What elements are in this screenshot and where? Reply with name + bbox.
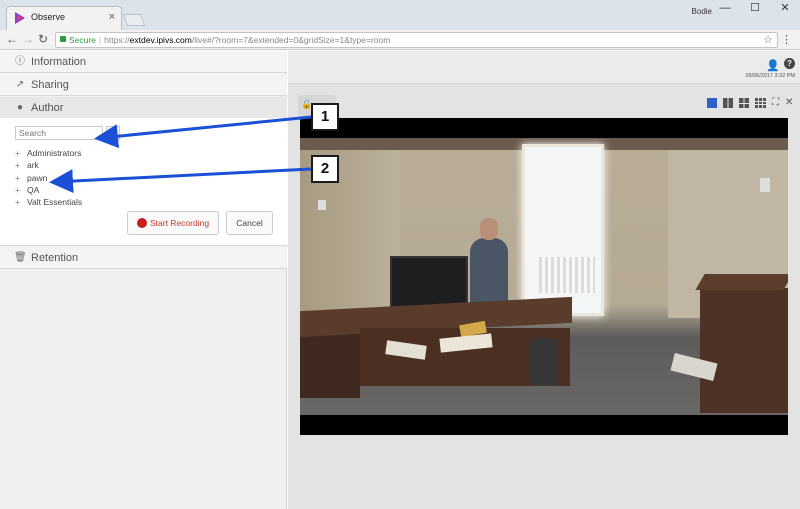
start-recording-label: Start Recording bbox=[150, 218, 210, 228]
url-path: /live#/?room=7&extended=0&gridSize=1&typ… bbox=[191, 35, 391, 45]
maximize-button[interactable]: ☐ bbox=[740, 2, 770, 16]
group-label: Administrators bbox=[27, 148, 82, 158]
url-host: extdev.ipivs.com bbox=[129, 35, 192, 45]
browser-tab[interactable]: Observe × bbox=[6, 6, 122, 30]
browser-menu-icon[interactable]: ⋮ bbox=[781, 33, 792, 46]
layout-two-icon[interactable] bbox=[723, 98, 733, 108]
expand-plus-icon[interactable]: + bbox=[15, 196, 27, 208]
current-datetime: 09/06/2017 3:32 PM bbox=[745, 73, 795, 79]
new-tab-button[interactable] bbox=[122, 14, 146, 26]
author-panel: + +Administrators +ark +pawn +QA +Valt E… bbox=[0, 118, 287, 246]
camera-image bbox=[300, 138, 788, 415]
record-dot-icon bbox=[137, 218, 147, 228]
camera-feed[interactable] bbox=[300, 118, 788, 435]
group-label: QA bbox=[27, 184, 40, 195]
layout-nine-icon[interactable] bbox=[755, 98, 767, 108]
fullscreen-icon[interactable]: ⛶ bbox=[772, 98, 782, 108]
list-item[interactable]: + pawn bbox=[15, 172, 82, 184]
callout-2: 2 bbox=[311, 155, 339, 183]
viewer-topbar: 👤 ? 09/06/2017 3:32 PM bbox=[288, 51, 800, 84]
section-retention-label: Retention bbox=[31, 252, 79, 264]
group-label: pawn bbox=[27, 172, 48, 183]
browser-tabbar: Observe × Bodie — ☐ ✕ bbox=[0, 0, 800, 30]
url-scheme: https:// bbox=[104, 35, 130, 45]
search-add-button[interactable]: + bbox=[106, 126, 120, 140]
sidebar: ⓘ Information ↗ Sharing ● Author + +Admi… bbox=[0, 51, 287, 509]
video-viewer: 👤 ? 09/06/2017 3:32 PM 🔒 ⛶ ✕ bbox=[288, 51, 800, 509]
account-icon[interactable]: 👤 bbox=[766, 59, 780, 72]
secure-lock-icon bbox=[60, 36, 66, 42]
layout-four-icon[interactable] bbox=[739, 98, 749, 108]
group-label: ark bbox=[27, 160, 39, 171]
section-sharing[interactable]: ↗ Sharing bbox=[0, 74, 287, 96]
address-bar: ← → ↻ Secure | https://extdev.ipivs.com/li… bbox=[0, 30, 800, 50]
section-author-label: Author bbox=[31, 102, 64, 114]
close-view-icon[interactable]: ✕ bbox=[785, 98, 795, 108]
group-label: Valt Essentials bbox=[27, 197, 83, 208]
observe-logo-icon bbox=[15, 12, 25, 24]
expand-plus-icon[interactable]: + bbox=[15, 159, 27, 171]
section-retention[interactable]: 🗑 Retention bbox=[0, 247, 287, 269]
tab-close-icon[interactable]: × bbox=[109, 11, 115, 23]
url-input[interactable]: Secure | https://extdev.ipivs.com/live#/?r… bbox=[55, 32, 778, 48]
section-information[interactable]: ⓘ Information bbox=[0, 51, 287, 73]
trash-icon: 🗑 bbox=[14, 252, 27, 263]
section-sharing-label: Sharing bbox=[31, 79, 69, 91]
help-icon[interactable]: ? bbox=[784, 58, 795, 69]
share-icon: ↗ bbox=[15, 79, 25, 90]
expand-plus-icon[interactable]: + bbox=[15, 184, 27, 196]
cancel-button[interactable]: Cancel bbox=[226, 211, 273, 235]
list-item[interactable]: + QA bbox=[15, 184, 82, 196]
start-recording-button[interactable]: Start Recording bbox=[127, 211, 219, 235]
user-icon: ● bbox=[16, 102, 24, 113]
layout-single-icon[interactable] bbox=[707, 98, 717, 108]
window-close-button[interactable]: ✕ bbox=[770, 2, 800, 16]
bookmark-star-icon[interactable]: ☆ bbox=[763, 33, 773, 47]
section-author[interactable]: ● Author bbox=[0, 97, 287, 119]
browser-profile-name[interactable]: Bodie bbox=[692, 7, 712, 16]
group-list: + Administrators + ark + pawn + QA + Valt Ess… bbox=[15, 147, 82, 208]
list-item[interactable]: + ark bbox=[15, 159, 82, 171]
back-icon[interactable]: ← bbox=[6, 32, 18, 46]
minimize-button[interactable]: — bbox=[710, 2, 740, 16]
expand-plus-icon[interactable]: + bbox=[15, 147, 27, 159]
list-item[interactable]: + Valt Essentials bbox=[15, 196, 82, 208]
search-input[interactable] bbox=[15, 126, 103, 140]
forward-icon[interactable]: → bbox=[22, 32, 34, 46]
reload-icon[interactable]: ↻ bbox=[38, 32, 48, 46]
info-icon: ⓘ bbox=[15, 56, 25, 67]
tab-title: Observe bbox=[31, 12, 66, 22]
list-item[interactable]: + Administrators bbox=[15, 147, 82, 159]
section-information-label: Information bbox=[31, 56, 87, 68]
callout-1: 1 bbox=[311, 103, 339, 131]
secure-label: Secure bbox=[69, 35, 96, 45]
expand-plus-icon[interactable]: + bbox=[15, 172, 27, 184]
